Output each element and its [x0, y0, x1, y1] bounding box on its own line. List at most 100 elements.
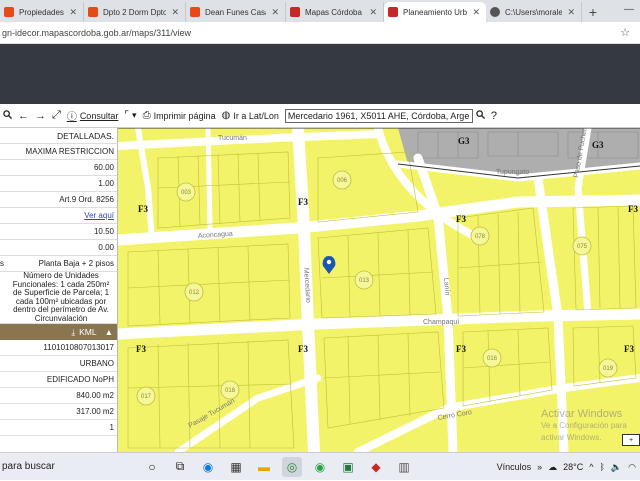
close-tab-icon[interactable]: ✕: [472, 7, 480, 18]
close-tab-icon[interactable]: ✕: [567, 7, 575, 18]
panel-value: MAXIMA RESTRICCION: [25, 147, 114, 156]
close-tab-icon[interactable]: ✕: [271, 7, 279, 18]
panel-row: 1: [0, 420, 117, 436]
zone-label: F3: [628, 204, 638, 214]
network-icon[interactable]: ◠: [628, 462, 636, 473]
panel-value: 840.00 m2: [76, 391, 114, 400]
download-icon[interactable]: ⤓: [71, 327, 75, 338]
panel-value: URBANO: [79, 359, 114, 368]
app-icon[interactable]: ▥: [394, 457, 414, 477]
tab-title: Mapas Córdoba: [305, 7, 362, 17]
zone-label: G3: [458, 136, 470, 146]
pdf-reader-icon[interactable]: ◆: [366, 457, 386, 477]
chrome-icon[interactable]: ◎: [282, 456, 302, 477]
block-number: 018: [225, 388, 236, 394]
search-circle-icon[interactable]: ○: [142, 457, 162, 477]
new-tab-button[interactable]: +: [582, 2, 604, 22]
kml-bar: ⤓ KML ▲: [0, 324, 117, 340]
block-number: 006: [337, 178, 348, 184]
url-text[interactable]: gn-idecor.mapascordoba.gob.ar/maps/311/v…: [0, 28, 191, 38]
block-number: 078: [475, 234, 486, 240]
taskbar-search[interactable]: para buscar: [0, 461, 138, 472]
bookmark-star-icon[interactable]: ☆: [620, 26, 630, 39]
browser-tab[interactable]: C:\Users\morales ✕: [486, 2, 582, 22]
panel-value: Planta Baja + 2 pisos: [38, 259, 114, 268]
panel-value: 0.00: [98, 243, 114, 252]
panel-row: Ver aquí: [0, 208, 117, 224]
dropdown-caret-icon: ▾: [132, 110, 137, 120]
zone-label: F3: [138, 204, 148, 214]
print-button[interactable]: ⎙ Imprimir página: [143, 110, 216, 121]
panel-row: 1101010807013017: [0, 340, 117, 356]
chevron-icon[interactable]: »: [537, 462, 542, 472]
block-number: 017: [141, 394, 152, 400]
block-number: 012: [189, 290, 200, 296]
tab-favicon-icon: [4, 7, 14, 17]
ver-aqui-link[interactable]: Ver aquí: [84, 211, 114, 220]
close-tab-icon[interactable]: ✕: [369, 7, 377, 18]
info-icon: ⓘ: [66, 112, 77, 123]
bluetooth-icon[interactable]: ᛒ: [600, 462, 605, 472]
tray-expand-icon[interactable]: ^: [589, 462, 593, 472]
panel-row: MAXIMA RESTRICCION: [0, 144, 117, 160]
back-arrow-icon[interactable]: ←: [18, 110, 29, 122]
go-latlon-button[interactable]: ◍ Ir a Lat/Lon: [222, 110, 279, 121]
block-number: 003: [181, 190, 192, 196]
weather-icon[interactable]: ☁: [548, 462, 557, 473]
browser-tab-active[interactable]: Planeamiento Urb ✕: [384, 2, 486, 22]
kml-button[interactable]: KML: [79, 327, 96, 337]
panel-value: 1: [109, 423, 114, 432]
links-toolbar[interactable]: Vínculos: [497, 462, 532, 472]
zone-label: F3: [456, 344, 466, 354]
help-icon[interactable]: ?: [491, 110, 497, 122]
forward-arrow-icon[interactable]: →: [35, 110, 46, 122]
edge-browser-icon[interactable]: ◉: [198, 457, 218, 477]
minimize-icon[interactable]: —: [624, 4, 634, 15]
excel-icon[interactable]: ▣: [338, 457, 358, 477]
panel-row: 10.50: [0, 224, 117, 240]
block-number: 075: [577, 244, 588, 250]
consultar-button[interactable]: ⓘ Consultar: [66, 108, 119, 124]
select-box-icon: ⌜: [124, 110, 130, 121]
panel-row: 840.00 m2: [0, 388, 117, 404]
panel-row: 60.00: [0, 160, 117, 176]
select-tool-button[interactable]: ⌜ ▾: [124, 110, 136, 121]
system-tray: Vínculos » ☁ 28°C ^ ᛒ 🔈 ◠: [491, 453, 636, 481]
browser-tab[interactable]: Mapas Córdoba ✕: [286, 2, 384, 22]
windows-taskbar: para buscar ○ ⧉ ◉ ▦ ▬ ◎ ◉ ▣ ◆ ▥ Vínculos…: [0, 452, 640, 480]
location-pin-icon[interactable]: [322, 256, 336, 274]
zone-label: F3: [624, 344, 634, 354]
street-label: Tucumán: [218, 135, 247, 142]
address-bar[interactable]: gn-idecor.mapascordoba.gob.ar/maps/311/v…: [0, 22, 640, 44]
browser-tab[interactable]: Dpto 2 Dorm Dpto ✕: [84, 2, 186, 22]
store-icon[interactable]: ▦: [226, 457, 246, 477]
search-icon[interactable]: [3, 109, 13, 122]
collapse-up-icon[interactable]: ▲: [105, 327, 113, 337]
panel-row: Art.9 Ord. 8256: [0, 192, 117, 208]
address-search-input[interactable]: [284, 108, 473, 123]
site-header: [0, 44, 640, 104]
file-explorer-icon[interactable]: ▬: [254, 457, 274, 477]
close-tab-icon[interactable]: ✕: [69, 7, 77, 18]
tab-title: Dpto 2 Dorm Dpto: [103, 7, 167, 17]
fullscreen-icon[interactable]: ⤢: [52, 109, 61, 122]
weather-temp[interactable]: 28°C: [563, 462, 583, 472]
whatsapp-icon[interactable]: ◉: [310, 457, 330, 477]
tab-title: Planeamiento Urb: [403, 7, 468, 17]
printer-icon: ⎙: [142, 110, 151, 121]
globe-icon: ◍: [221, 110, 231, 121]
panel-row: 0.00: [0, 240, 117, 256]
map-canvas[interactable]: 003 006 078 075 012 013 017 018 016 019 …: [118, 128, 640, 452]
volume-icon[interactable]: 🔈: [611, 462, 622, 473]
search-submit-icon[interactable]: [476, 109, 485, 122]
map-scale-control[interactable]: +: [622, 434, 640, 446]
zone-label: F3: [136, 344, 146, 354]
block-number: 019: [603, 366, 614, 372]
browser-tab[interactable]: Dean Funes Casa 3 ✕: [186, 2, 286, 22]
browser-tab[interactable]: Propiedades e inm ✕: [0, 2, 84, 22]
map-svg[interactable]: 003 006 078 075 012 013 017 018 016 019 …: [118, 128, 640, 452]
tab-favicon-icon: [490, 7, 500, 17]
close-tab-icon[interactable]: ✕: [171, 7, 179, 18]
task-view-icon[interactable]: ⧉: [170, 457, 190, 477]
tab-title: C:\Users\morales: [505, 7, 563, 17]
